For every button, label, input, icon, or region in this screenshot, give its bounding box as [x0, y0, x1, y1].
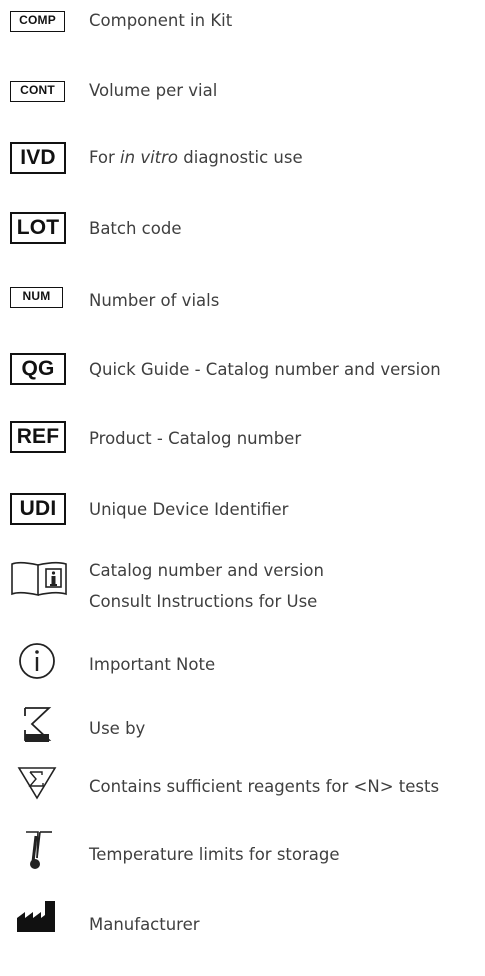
- lot-description: Batch code: [89, 219, 182, 238]
- consult-instructions-line1: Catalog number and version: [89, 561, 324, 580]
- legend-row-sufficient-reagents: Contains sufficient reagents for <N> tes…: [0, 764, 485, 804]
- comp-symbol: COMP: [10, 11, 65, 32]
- qg-description: Quick Guide - Catalog number and version: [89, 360, 441, 379]
- important-note-icon: [17, 641, 57, 681]
- ref-symbol: REF: [10, 421, 66, 453]
- cont-symbol: CONT: [10, 81, 65, 102]
- legend-row-manufacturer: Manufacturer: [0, 898, 485, 938]
- legend-row-qg: QG Quick Guide - Catalog number and vers…: [0, 351, 485, 385]
- udi-symbol: UDI: [10, 493, 66, 525]
- ivd-symbol: IVD: [10, 142, 66, 174]
- legend-row-comp: COMP Component in Kit: [0, 6, 485, 36]
- legend-row-consult-instructions: Catalog number and version Consult Instr…: [0, 556, 485, 620]
- ivd-text-after: diagnostic use: [178, 148, 303, 167]
- legend-row-ivd: IVD For in vitro diagnostic use: [0, 141, 485, 175]
- sigma-triangle-icon: [17, 764, 57, 800]
- num-symbol: NUM: [10, 287, 63, 308]
- num-description: Number of vials: [89, 291, 220, 310]
- factory-icon: [16, 898, 58, 934]
- legend-row-lot: LOT Batch code: [0, 211, 485, 245]
- legend-row-important-note: Important Note: [0, 641, 485, 681]
- legend-row-temperature: Temperature limits for storage: [0, 828, 485, 872]
- thermometer-icon: [20, 828, 54, 872]
- sufficient-reagents-description: Contains sufficient reagents for <N> tes…: [89, 777, 440, 796]
- cont-description: Volume per vial: [89, 81, 218, 100]
- legend-row-cont: CONT Volume per vial: [0, 76, 485, 106]
- comp-description: Component in Kit: [89, 11, 233, 30]
- temperature-description: Temperature limits for storage: [89, 845, 340, 864]
- consult-instructions-icon: [10, 560, 68, 598]
- consult-instructions-line2: Consult Instructions for Use: [89, 592, 318, 611]
- ivd-description: For in vitro diagnostic use: [89, 143, 303, 173]
- use-by-description: Use by: [89, 719, 146, 738]
- legend-row-num: NUM Number of vials: [0, 285, 485, 315]
- hourglass-icon: [22, 706, 52, 746]
- legend-row-udi: UDI Unique Device Identifier: [0, 492, 485, 526]
- lot-symbol: LOT: [10, 212, 66, 244]
- ivd-text-before: For: [89, 148, 121, 167]
- important-note-description: Important Note: [89, 655, 216, 674]
- ivd-text-italic: in vitro: [120, 148, 179, 167]
- udi-description: Unique Device Identifier: [89, 500, 289, 519]
- manufacturer-description: Manufacturer: [89, 915, 200, 934]
- ref-description: Product - Catalog number: [89, 429, 302, 448]
- legend-row-ref: REF Product - Catalog number: [0, 420, 485, 454]
- legend-row-use-by: Use by: [0, 706, 485, 746]
- qg-symbol: QG: [10, 353, 66, 385]
